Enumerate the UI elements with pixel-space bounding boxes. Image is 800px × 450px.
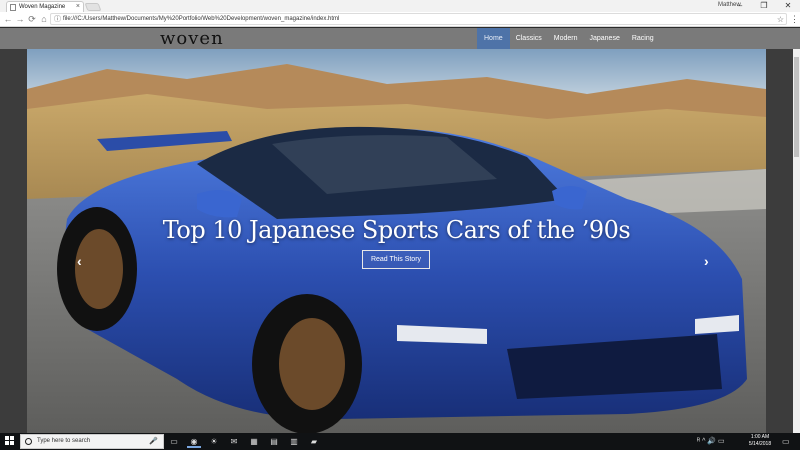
search-placeholder: Type here to search [37,438,91,444]
page-margin-left [0,49,27,433]
carousel-prev-icon[interactable]: ‹ [77,253,82,269]
page-scrollbar[interactable] [793,49,800,433]
home-icon[interactable]: ⌂ [38,13,50,25]
nav-home[interactable]: Home [477,28,510,49]
scrollbar-thumb[interactable] [794,57,799,157]
clock-time: 1:00 AM [750,434,770,440]
nav-classics[interactable]: Classics [510,28,548,49]
clock-date: 5/14/2018 [748,441,772,447]
tab-title: Woven Magazine [19,4,66,10]
chrome-icon[interactable]: ◉ [187,435,201,448]
tab-close-icon[interactable]: × [76,2,80,12]
url-text[interactable]: file:///C:/Users/Matthew/Documents/My%20… [63,14,339,25]
bookmark-star-icon[interactable]: ☆ [777,14,784,25]
browser-tab[interactable]: Woven Magazine × [6,1,84,12]
forward-icon[interactable]: → [14,13,26,25]
notifications-icon[interactable]: ▭ [782,435,790,448]
browser-toolbar: ← → ⟳ ⌂ ⓘ file:///C:/Users/Matthew/Docum… [0,12,800,27]
carousel-next-icon[interactable]: › [704,253,709,269]
file-explorer-icon[interactable]: ▰ [307,435,321,448]
hero-carousel: Top 10 Japanese Sports Cars of the ’90s … [27,49,766,433]
hero-headline: Top 10 Japanese Sports Cars of the ’90s [162,216,631,244]
page-icon [10,4,16,11]
minimize-button[interactable]: – [728,0,752,12]
task-view-icon[interactable]: ▭ [167,435,181,448]
info-icon[interactable]: ⓘ [54,15,61,24]
maximize-button[interactable]: ❐ [752,0,776,12]
nav-racing[interactable]: Racing [626,28,660,49]
taskbar: Type here to search 🎤 ▭ ◉ ☀ ✉ ▦ ▤ ▥ ▰ ᴿ … [0,433,800,450]
taskbar-clock[interactable]: 1:00 AM 5/14/2018 [745,434,775,448]
address-bar[interactable]: ⓘ file:///C:/Users/Matthew/Documents/My%… [50,13,787,25]
system-tray-icons[interactable]: ᴿ ^ 🔊 ▭ [697,435,725,448]
taskbar-search-input[interactable]: Type here to search 🎤 [20,434,164,449]
calendar-icon[interactable]: ▦ [247,435,261,448]
files-icon[interactable]: ▥ [287,435,301,448]
mail-icon[interactable]: ✉ [227,435,241,448]
site-navbar: woven Home Classics Modern Japanese Raci… [0,28,800,49]
nav-japanese[interactable]: Japanese [583,28,625,49]
read-story-button[interactable]: Read This Story [362,250,430,269]
browser-menu-icon[interactable]: ⋮ [790,13,799,25]
notepad-icon[interactable]: ▤ [267,435,281,448]
page-margin-right [766,49,793,433]
microphone-icon[interactable]: 🎤 [149,436,158,448]
close-window-button[interactable]: ✕ [776,0,800,12]
browser-tab-strip: Woven Magazine × Matthew – ❐ ✕ [0,0,800,12]
cortana-icon [25,438,32,445]
windows-start-icon[interactable] [5,436,15,446]
site-logo[interactable]: woven [160,28,224,49]
nav-modern[interactable]: Modern [548,28,584,49]
weather-icon[interactable]: ☀ [207,435,221,448]
reload-icon[interactable]: ⟳ [26,13,38,25]
new-tab-button[interactable] [84,3,102,11]
back-icon[interactable]: ← [2,13,14,25]
nav-menu: Home Classics Modern Japanese Racing [477,28,660,49]
